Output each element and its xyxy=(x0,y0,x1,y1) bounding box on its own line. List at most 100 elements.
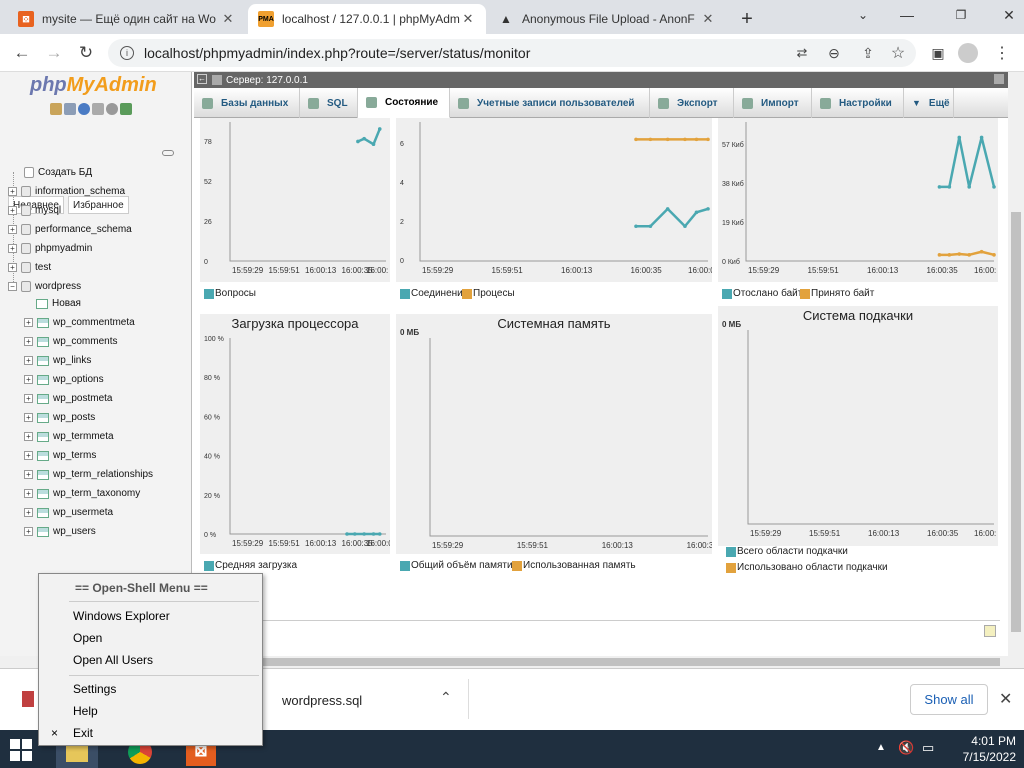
menu-item-help[interactable]: Help xyxy=(39,700,262,722)
legend-entry[interactable]: Вопросы xyxy=(204,288,256,299)
menu-dots-icon[interactable]: ⋮ xyxy=(990,41,1014,65)
legend-entry[interactable]: Использованная память xyxy=(512,560,636,571)
sidebar-table-wp_termmeta[interactable]: + wp_termmeta xyxy=(24,427,114,446)
close-icon[interactable]: ✕ xyxy=(460,11,476,27)
settings-gear-icon[interactable] xyxy=(106,103,118,115)
server-label[interactable]: Сервер: 127.0.0.1 xyxy=(226,75,308,86)
menu-tab-6[interactable]: Настройки xyxy=(812,88,904,118)
sidebar-table-wp_options[interactable]: + wp_options xyxy=(24,370,104,389)
legend-entry[interactable]: Процесы xyxy=(462,288,515,299)
sidebar-table-wp_posts[interactable]: + wp_posts xyxy=(24,408,95,427)
console-toggle-icon[interactable] xyxy=(984,625,996,637)
legend-entry[interactable]: Всего области подкачки xyxy=(726,546,848,557)
expand-icon[interactable]: + xyxy=(24,394,33,403)
side-panel-icon[interactable]: ▣ xyxy=(926,41,950,65)
legend-entry[interactable]: Средняя загрузка xyxy=(204,560,297,571)
sidebar-db-mysql[interactable]: + mysql xyxy=(8,201,61,220)
menu-tab-7[interactable]: ▼ Ещё xyxy=(904,88,954,118)
page-settings-icon[interactable] xyxy=(994,74,1004,84)
minimize-icon[interactable]: — xyxy=(884,0,930,30)
network-icon[interactable]: ▭ xyxy=(922,740,934,756)
menu-item-settings[interactable]: Settings xyxy=(39,678,262,700)
sidebar-table-wp_usermeta[interactable]: + wp_usermeta xyxy=(24,503,113,522)
reload-icon[interactable]: ↻ xyxy=(74,41,98,65)
bookmark-star-icon[interactable]: ☆ xyxy=(886,41,910,65)
volume-muted-icon[interactable]: 🔇 xyxy=(898,740,914,756)
sidebar-table-wp_comments[interactable]: + wp_comments xyxy=(24,332,117,351)
expand-icon[interactable]: + xyxy=(24,375,33,384)
legend-entry[interactable]: Отослано байт xyxy=(722,288,802,299)
restore-icon[interactable]: ❐ xyxy=(938,0,984,30)
sidebar-table-wp_term_taxonomy[interactable]: + wp_term_taxonomy xyxy=(24,484,140,503)
tab-mysite[interactable]: ⊠ mysite — Ещё один сайт на Wo ✕ xyxy=(8,4,246,34)
close-icon[interactable]: ✕ xyxy=(220,11,236,27)
menu-tab-1[interactable]: SQL xyxy=(300,88,358,118)
home-icon[interactable] xyxy=(50,103,62,115)
expand-icon[interactable]: + xyxy=(24,451,33,460)
tab-anonfiles[interactable]: ▲ Anonymous File Upload - AnonF ✕ xyxy=(488,4,726,34)
expand-icon[interactable]: + xyxy=(24,318,33,327)
logout-icon[interactable] xyxy=(64,103,76,115)
new-tab-button[interactable]: + xyxy=(730,4,764,34)
download-filename[interactable]: wordpress.sql xyxy=(282,693,362,708)
menu-tab-5[interactable]: Импорт xyxy=(734,88,812,118)
translate-icon[interactable]: ⇄ xyxy=(790,41,814,65)
back-arrow-icon[interactable]: ← xyxy=(10,41,34,65)
sidebar-db-performance_schema[interactable]: + performance_schema xyxy=(8,220,132,239)
expand-icon[interactable]: + xyxy=(8,225,17,234)
reload-nav-icon[interactable] xyxy=(120,103,132,115)
legend-entry[interactable]: Соединения xyxy=(400,288,468,299)
wordpress-new-item[interactable]: Новая xyxy=(36,294,81,313)
legend-entry[interactable]: Общий объём памяти xyxy=(400,560,513,571)
expand-icon[interactable]: + xyxy=(24,356,33,365)
close-window-icon[interactable]: ✕ xyxy=(986,0,1024,30)
close-icon[interactable]: ✕ xyxy=(700,11,716,27)
menu-item-windows-explorer[interactable]: Windows Explorer xyxy=(39,605,262,627)
create-db-item[interactable]: Создать БД xyxy=(24,163,92,182)
expand-icon[interactable]: − xyxy=(8,282,17,291)
expand-icon[interactable]: + xyxy=(8,263,17,272)
tab-phpmyadmin[interactable]: PMA localhost / 127.0.0.1 | phpMyAdm ✕ xyxy=(248,4,486,34)
tray-up-icon[interactable]: ▲ xyxy=(876,742,886,753)
menu-item-open[interactable]: Open xyxy=(39,627,262,649)
expand-icon[interactable]: + xyxy=(8,206,17,215)
windows-start-icon[interactable] xyxy=(10,739,32,761)
show-all-button[interactable]: Show all xyxy=(910,684,988,715)
sidebar-db-phpmyadmin[interactable]: + phpmyadmin xyxy=(8,239,92,258)
sidebar-table-wp_term_relationships[interactable]: + wp_term_relationships xyxy=(24,465,153,484)
menu-tab-2[interactable]: Состояние xyxy=(358,88,450,118)
vertical-scroll-thumb[interactable] xyxy=(1011,212,1021,632)
vertical-scrollbar[interactable] xyxy=(1008,72,1024,656)
close-downloads-icon[interactable]: ✕ xyxy=(999,689,1012,709)
chevron-up-icon[interactable]: ⌃ xyxy=(440,689,452,706)
sidebar-table-wp_users[interactable]: + wp_users xyxy=(24,522,96,541)
menu-item-exit[interactable]: × Exit xyxy=(39,722,262,744)
site-info-icon[interactable]: i xyxy=(120,46,134,60)
docs-icon[interactable] xyxy=(92,103,104,115)
expand-icon[interactable]: + xyxy=(8,244,17,253)
zoom-icon[interactable]: ⊖ xyxy=(822,41,846,65)
taskbar-date[interactable]: 7/15/2022 xyxy=(946,750,1016,764)
legend-entry[interactable]: Использовано области подкачки xyxy=(726,562,888,573)
tab-search-icon[interactable]: ⌄ xyxy=(840,0,886,30)
menu-tab-4[interactable]: Экспорт xyxy=(650,88,734,118)
legend-entry[interactable]: Принято байт xyxy=(800,288,874,299)
share-icon[interactable]: ⇪ xyxy=(856,41,880,65)
sidebar-table-wp_terms[interactable]: + wp_terms xyxy=(24,446,96,465)
profile-avatar[interactable] xyxy=(956,41,980,65)
expand-icon[interactable]: + xyxy=(24,337,33,346)
expand-icon[interactable]: + xyxy=(24,527,33,536)
forward-arrow-icon[interactable]: → xyxy=(42,41,66,65)
expand-icon[interactable]: + xyxy=(24,470,33,479)
menu-tab-0[interactable]: Базы данных xyxy=(194,88,300,118)
sidebar-table-wp_postmeta[interactable]: + wp_postmeta xyxy=(24,389,112,408)
expand-icon[interactable]: + xyxy=(24,432,33,441)
phpmyadmin-logo[interactable]: phpMyAdmin xyxy=(30,74,157,97)
help-icon[interactable] xyxy=(78,103,90,115)
taskbar-time[interactable]: 4:01 PM xyxy=(946,734,1016,748)
sidebar-db-information_schema[interactable]: + information_schema xyxy=(8,182,125,201)
sidebar-table-wp_commentmeta[interactable]: + wp_commentmeta xyxy=(24,313,135,332)
menu-tab-3[interactable]: Учетные записи пользователей xyxy=(450,88,650,118)
expand-icon[interactable]: + xyxy=(24,413,33,422)
sidebar-db-test[interactable]: + test xyxy=(8,258,51,277)
